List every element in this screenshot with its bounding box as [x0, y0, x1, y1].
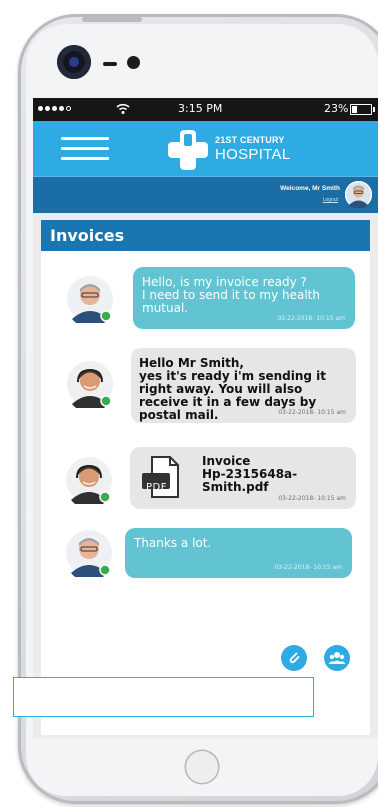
welcome-text: Welcome, Mr Smith — [280, 185, 340, 192]
app-header: 21ST CENTURY HOSPITAL — [33, 121, 378, 176]
hospital-logo-text: 21ST CENTURY HOSPITAL — [215, 135, 291, 163]
message-timestamp: 03-22-2018- 10:15 am — [274, 564, 342, 571]
message-text: Hello, is my invoice ready ? I need to s… — [142, 275, 320, 315]
invoices-panel: Invoices Hello, is my invoice ready ? I … — [41, 220, 370, 735]
file-attachment-bubble[interactable]: PDF Invoice Hp-2315648a-Smith.pdf 03-22-… — [130, 447, 356, 509]
user-avatar[interactable] — [345, 181, 372, 208]
message-text: Thanks a lot. — [134, 536, 212, 550]
attach-button[interactable] — [281, 645, 307, 671]
chat-message: Thanks a lot. 03-22-2018- 10:15 am — [41, 528, 370, 582]
battery-percentage: 23% — [324, 102, 349, 115]
doctor-avatar — [66, 457, 112, 504]
welcome-bar: Welcome, Mr Smith Logout — [33, 176, 378, 213]
front-camera — [57, 45, 91, 79]
message-input[interactable] — [13, 677, 314, 717]
message-timestamp: 03-22-2018- 10:15 am — [277, 315, 345, 322]
hamburger-menu-icon[interactable] — [61, 137, 109, 161]
file-name: Invoice Hp-2315648a-Smith.pdf — [202, 454, 298, 494]
status-time: 3:15 PM — [178, 102, 223, 115]
phone-earpiece — [127, 56, 140, 69]
logo-line-2: HOSPITAL — [215, 146, 291, 163]
chat-message: PDF Invoice Hp-2315648a-Smith.pdf 03-22-… — [41, 447, 370, 513]
pdf-label: PDF — [146, 482, 167, 493]
message-timestamp: 03-22-2018- 10:15 am — [278, 495, 346, 502]
message-bubble: Hello, is my invoice ready ? I need to s… — [133, 267, 355, 329]
phone-home-button[interactable] — [186, 751, 218, 783]
hospital-cross-logo — [168, 130, 208, 170]
patient-avatar — [67, 276, 113, 323]
message-bubble: Hello Mr Smith, yes it's ready i'm sendi… — [131, 348, 356, 423]
phone-side-button — [82, 17, 142, 22]
page-title: Invoices — [41, 220, 370, 251]
status-bar: 3:15 PM 23% — [33, 98, 378, 121]
patient-avatar — [66, 530, 112, 577]
logout-link[interactable]: Logout — [323, 197, 338, 203]
logo-line-1: 21ST CENTURY — [215, 135, 285, 145]
wifi-icon — [116, 103, 130, 114]
attach-icon — [289, 652, 300, 664]
group-icon — [328, 652, 346, 664]
group-button[interactable] — [324, 645, 350, 671]
doctor-avatar — [67, 361, 113, 408]
battery-icon — [350, 104, 375, 115]
chat-message: Hello Mr Smith, yes it's ready i'm sendi… — [41, 348, 370, 428]
phone-sensor — [103, 62, 117, 66]
signal-icon — [38, 106, 71, 111]
message-timestamp: 03-22-2018- 10:15 am — [278, 409, 346, 416]
app-screen: 3:15 PM 23% 21ST CENTURY HOSPITAL Welcom… — [33, 98, 378, 738]
chat-message: Hello, is my invoice ready ? I need to s… — [41, 267, 370, 333]
message-bubble: Thanks a lot. 03-22-2018- 10:15 am — [125, 528, 352, 578]
